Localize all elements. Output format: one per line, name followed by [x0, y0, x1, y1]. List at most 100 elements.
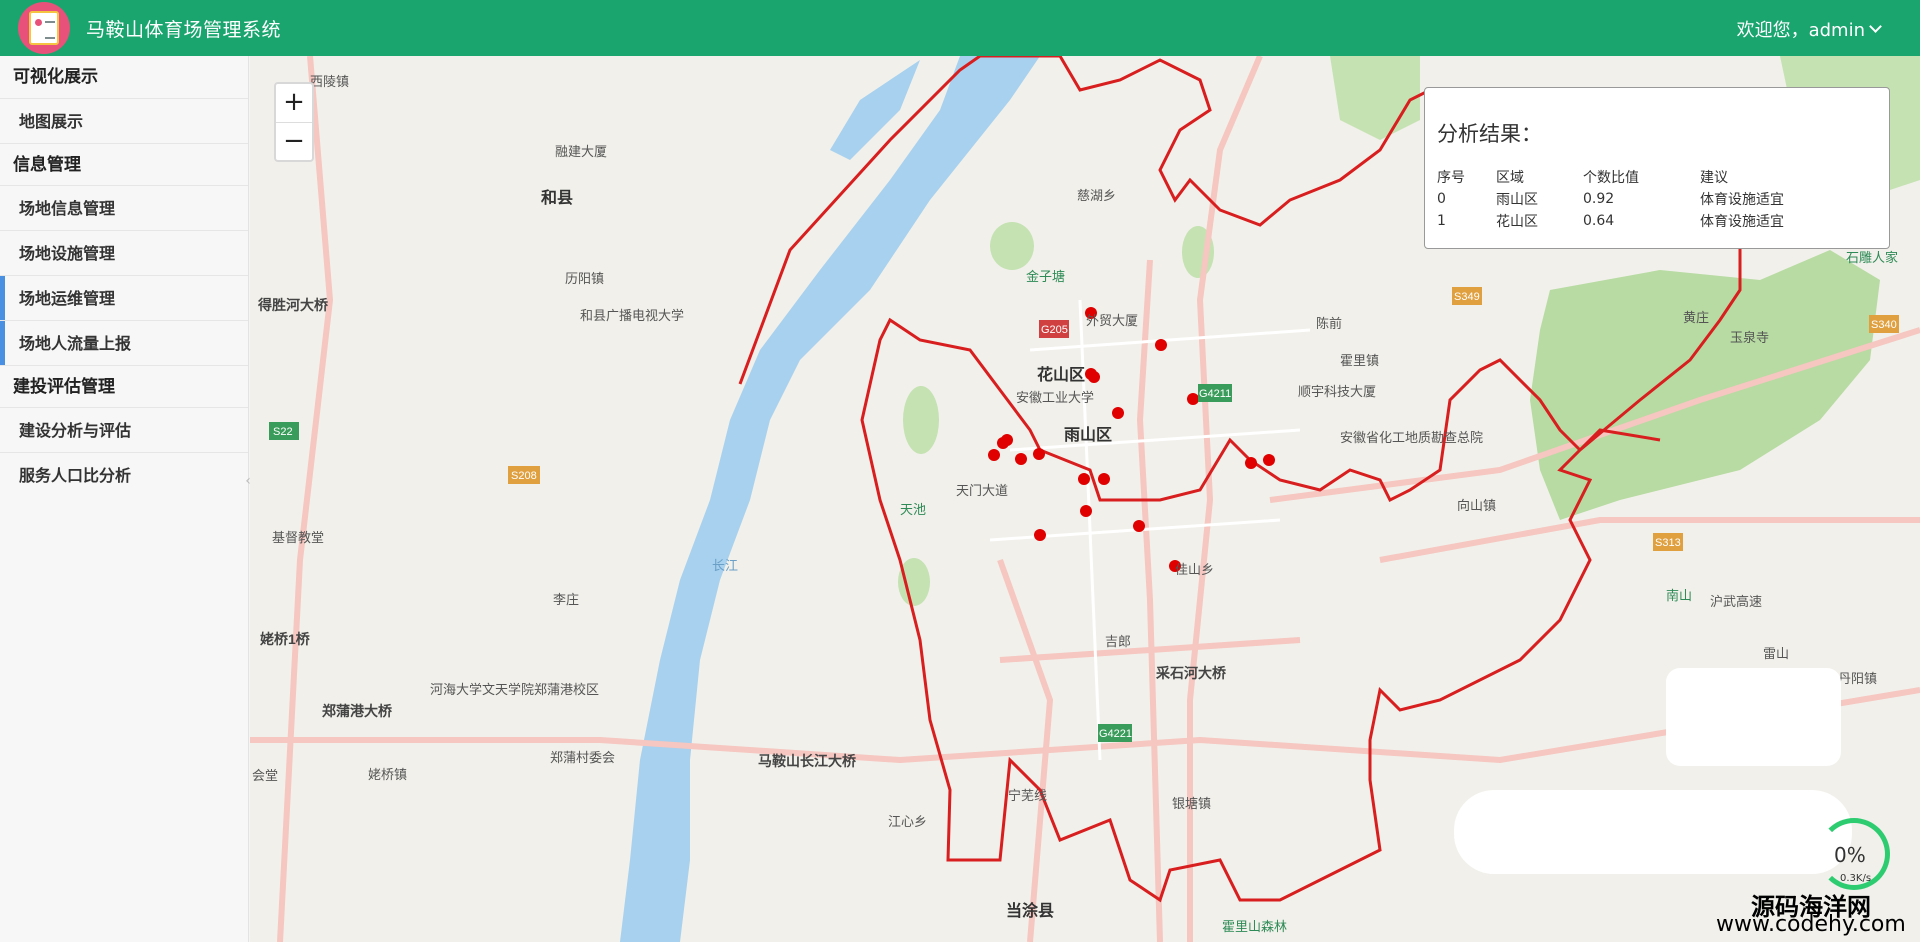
column-header: 区域 [1496, 170, 1524, 186]
venue-point [1133, 520, 1145, 532]
zoom-control: + − [274, 82, 314, 162]
venue-point [1263, 454, 1275, 466]
venue-point [1015, 453, 1027, 465]
column-header: 个数比值 [1583, 170, 1639, 186]
road-badge: S208 [511, 470, 537, 482]
venue-point [1245, 457, 1257, 469]
map-label: 沪武高速 [1710, 594, 1762, 609]
map-label: 霍里山森林 [1222, 919, 1287, 934]
venue-point [1034, 529, 1046, 541]
map-label: 安徽省化工地质勘查总院 [1340, 430, 1483, 445]
map-label: 玉泉寺 [1730, 330, 1769, 345]
column-header: 序号 [1437, 170, 1465, 186]
venue-point [988, 449, 1000, 461]
map-label: 天池 [900, 502, 926, 517]
map-label: 丹阳镇 [1838, 671, 1877, 686]
analysis-result-panel: 分析结果： 序号 区域 个数比值 建议 0 雨山区 0.92 体育设施适宜 1 … [1424, 87, 1890, 249]
map-label: 外贸大厦 [1086, 313, 1138, 328]
table-cell: 0.92 [1583, 191, 1615, 207]
analysis-table: 序号 区域 个数比值 建议 0 雨山区 0.92 体育设施适宜 1 花山区 0.… [1437, 166, 1850, 232]
map-label: 会堂 [252, 768, 278, 783]
map-label: 银塘镇 [1172, 796, 1211, 811]
road-badge: S22 [273, 426, 293, 438]
map-label: 顺宇科技大厦 [1298, 384, 1376, 399]
welcome-text: 欢迎您，admin [1736, 20, 1865, 41]
sidebar-group-visualization: 可视化展示 [13, 67, 98, 87]
sidebar-item-service-population[interactable]: 服务人口比分析 [0, 452, 248, 497]
sidebar-group-construction-eval: 建投评估管理 [0, 365, 248, 407]
map-label: 慈湖乡 [1077, 188, 1116, 203]
table-cell: 0 [1437, 191, 1446, 207]
map-label: 江心乡 [888, 814, 927, 829]
map-label: 马鞍山长江大桥 [758, 753, 857, 769]
map-label: 雨山区 [1064, 426, 1112, 444]
analysis-title: 分析结果： [1437, 122, 1542, 146]
map-label: 吉郎 [1105, 634, 1131, 649]
venue-point [1155, 339, 1167, 351]
table-cell: 雨山区 [1496, 192, 1538, 208]
top-header: 马鞍山体育场管理系统 欢迎您，admin [0, 0, 1920, 56]
map-label: 南山 [1666, 588, 1692, 603]
sidebar-group-info-management: 信息管理 [0, 143, 248, 185]
zoom-in-button[interactable]: + [276, 84, 312, 122]
road-badge: G205 [1041, 324, 1068, 336]
road-badge: G4211 [1199, 388, 1231, 400]
network-meter-speed: 0.3K/s [1840, 873, 1872, 884]
map-label: 河海大学文天学院郑蒲港校区 [430, 682, 599, 697]
sidebar-item-venue-maintenance[interactable]: 场地运维管理 [0, 275, 248, 320]
map-label: 宁芜线 [1008, 788, 1047, 803]
app-title: 马鞍山体育场管理系统 [86, 18, 282, 41]
map-label: 安徽工业大学 [1016, 390, 1094, 405]
venue-point [1112, 407, 1124, 419]
sidebar-item-venue-traffic[interactable]: 场地人流量上报 [0, 320, 248, 365]
map-label: 向山镇 [1457, 498, 1496, 513]
map-label: 郑蒲村委会 [550, 750, 615, 765]
table-cell: 花山区 [1496, 214, 1538, 230]
chevron-down-icon [1869, 20, 1882, 33]
map-label: 西陵镇 [310, 74, 349, 89]
network-meter-percent: 0% [1834, 843, 1866, 867]
road-badge: S349 [1454, 291, 1480, 303]
map-label: 陈前 [1316, 316, 1342, 331]
venue-point [1187, 393, 1199, 405]
map-label: 李庄 [553, 592, 579, 607]
map-label: 郑蒲港大桥 [322, 703, 393, 719]
map-label: 天门大道 [956, 483, 1008, 498]
map-label: 得胜河大桥 [257, 297, 329, 313]
table-cell: 0.64 [1583, 213, 1615, 229]
venue-point [1098, 473, 1110, 485]
map-label: 当涂县 [1006, 901, 1054, 920]
sidebar-item-map-display[interactable]: 地图展示 [0, 98, 248, 143]
map-label: 姥桥镇 [368, 767, 407, 782]
sidebar-item-venue-info[interactable]: 场地信息管理 [0, 185, 248, 230]
map-label: 融建大厦 [555, 144, 607, 159]
map-label: 石雕人家 [1846, 250, 1898, 265]
table-row: 1 花山区 0.64 体育设施适宜 [1437, 210, 1850, 232]
table-header-row: 序号 区域 个数比值 建议 [1437, 166, 1850, 188]
map-label: 霍里镇 [1340, 353, 1379, 368]
app-logo-icon [18, 2, 70, 54]
map-label: 花山区 [1037, 365, 1085, 384]
column-header: 建议 [1700, 170, 1728, 186]
map-label: 历阳镇 [565, 271, 604, 286]
road-badge: S340 [1871, 319, 1897, 331]
map-label: 基督教堂 [272, 530, 324, 545]
sidebar-item-venue-facilities[interactable]: 场地设施管理 [0, 230, 248, 275]
table-cell: 1 [1437, 213, 1446, 229]
map-label: 佳山乡 [1175, 562, 1214, 577]
road-badge: S313 [1655, 537, 1681, 549]
user-menu[interactable]: 欢迎您，admin [1736, 16, 1882, 42]
zoom-out-button[interactable]: − [276, 122, 312, 160]
sidebar-item-construction-analysis[interactable]: 建设分析与评估 [0, 407, 248, 452]
blank-overlay-pill [1454, 790, 1852, 874]
table-row: 0 雨山区 0.92 体育设施适宜 [1437, 188, 1850, 210]
table-cell: 体育设施适宜 [1700, 214, 1784, 230]
venue-point [1088, 371, 1100, 383]
map-label: 和县 [541, 188, 573, 207]
venue-point [1001, 434, 1013, 446]
venue-point [1033, 448, 1045, 460]
map-label: 金子塘 [1026, 269, 1065, 284]
map-label: 长江 [712, 558, 738, 573]
map-label: 和县广播电视大学 [580, 308, 684, 323]
map-label: 雷山 [1763, 646, 1789, 661]
